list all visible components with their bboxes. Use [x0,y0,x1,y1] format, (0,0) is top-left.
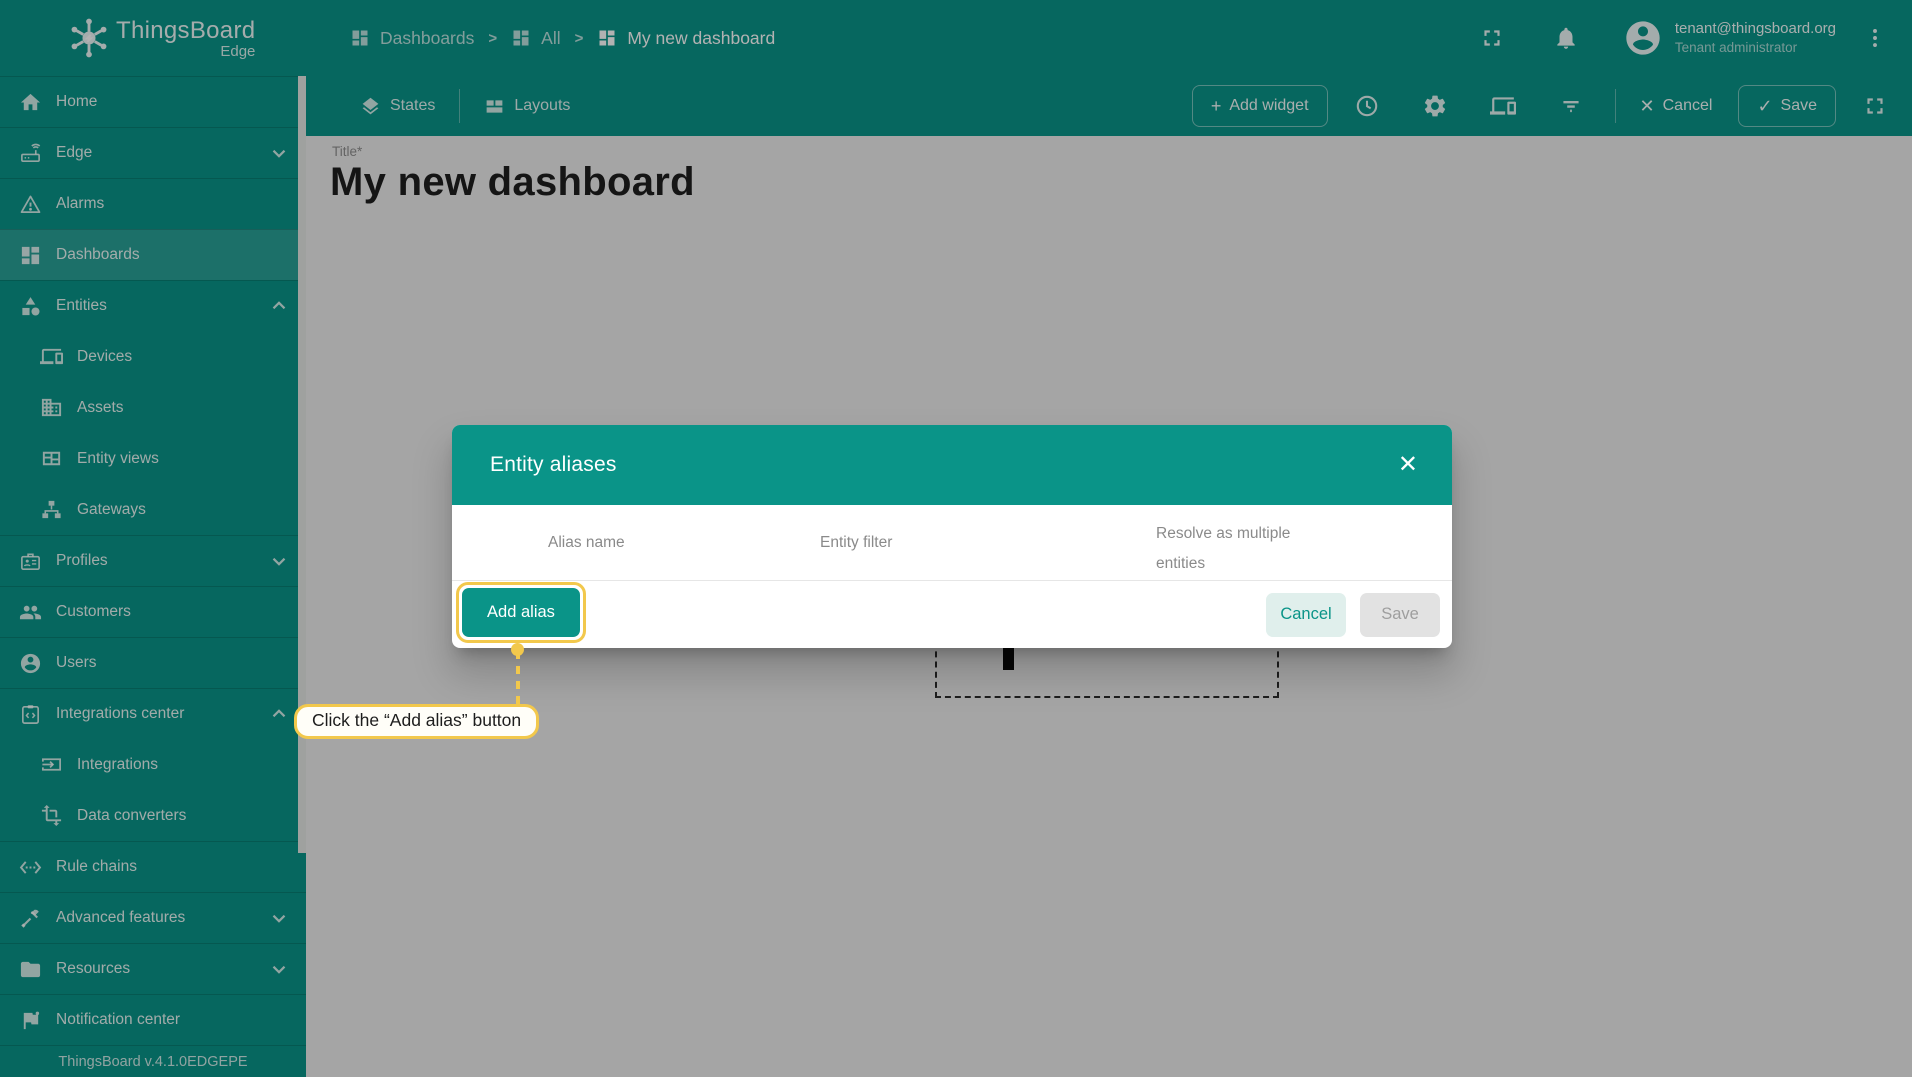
dialog-save-button[interactable]: Save [1360,592,1440,637]
column-alias-name: Alias name [548,534,625,551]
dialog-close-icon[interactable]: ✕ [1394,449,1422,481]
add-alias-button[interactable]: Add alias [462,588,580,637]
alias-table-header: Alias name Entity filter Resolve as mult… [452,505,1452,581]
dialog-title: Entity aliases [490,453,617,476]
coach-tooltip: Click the “Add alias” button [294,704,540,739]
coach-highlight-ring: Add alias [456,582,586,643]
dialog-cancel-button[interactable]: Cancel [1266,592,1346,637]
entity-aliases-dialog: Entity aliases ✕ Alias name Entity filte… [452,425,1452,648]
dialog-header: Entity aliases ✕ [452,425,1452,505]
coach-connector-line [516,651,520,707]
column-resolve-multiple: Resolve as multiple entities [1156,525,1291,573]
column-entity-filter: Entity filter [820,534,893,551]
app-screen: ThingsBoard Edge Home Edge Alarms Dashbo… [0,0,1912,1077]
dialog-footer: Cancel Save [452,581,1452,648]
